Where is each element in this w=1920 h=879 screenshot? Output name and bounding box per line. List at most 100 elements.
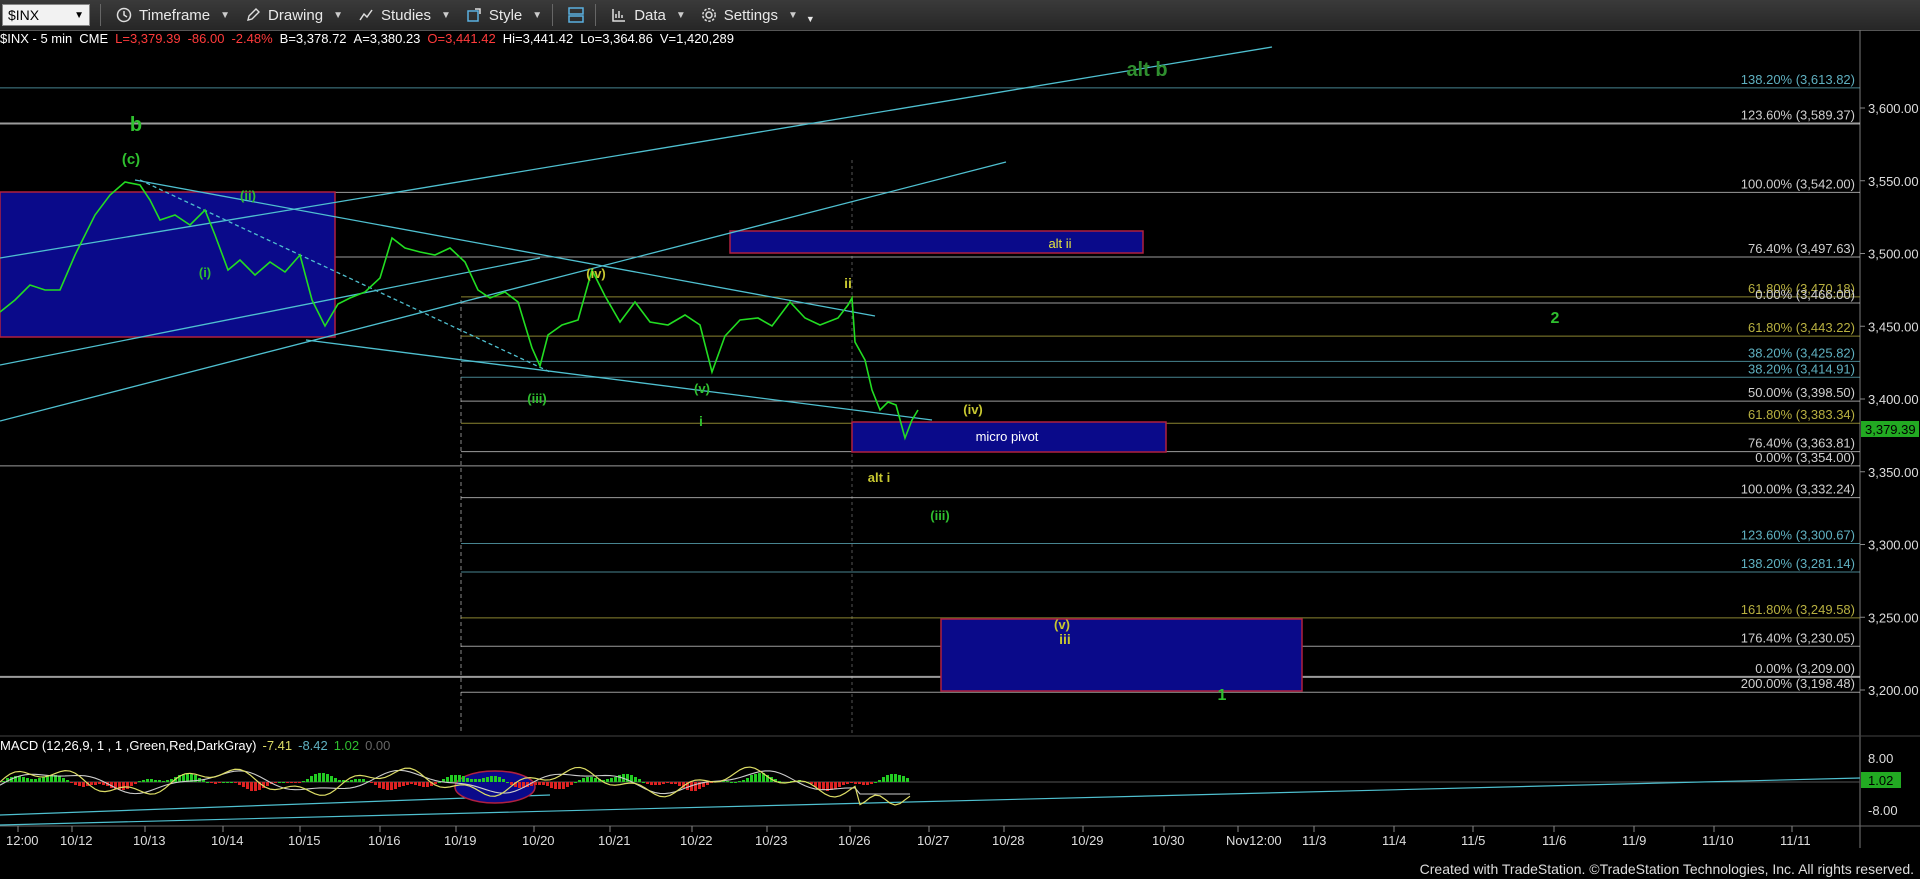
toolbar-overflow-icon[interactable]: ▼ [806, 14, 815, 24]
macd-histogram-bar [742, 780, 745, 782]
micro-pivot-box-label: micro pivot [976, 429, 1039, 444]
macd-histogram-bar [218, 782, 221, 783]
macd-histogram-bar [538, 782, 541, 785]
macd-histogram-bar [38, 778, 41, 782]
macd-histogram-bar [62, 778, 65, 782]
macd-histogram-bar [834, 782, 837, 789]
macd-name: MACD (12,26,9, 1 , 1 ,Green,Red,DarkGray… [0, 738, 257, 753]
info-bid: B=3,378.72 [279, 31, 347, 46]
fib-label: 38.20% (3,425.82) [1748, 345, 1855, 360]
time-tick-label: 11/5 [1461, 833, 1485, 848]
macd-histogram-bar [162, 781, 165, 782]
macd-histogram-bar [246, 782, 249, 789]
macd-histogram-bar [142, 780, 145, 782]
macd-histogram-bar [338, 780, 341, 782]
macd-histogram-bar [394, 782, 397, 789]
info-volume: V=1,420,289 [659, 31, 734, 46]
time-tick-label: 12:00 [6, 833, 39, 848]
wave-label: (iv) [963, 402, 983, 417]
macd-histogram-bar [462, 776, 465, 782]
macd-histogram-bar [750, 775, 753, 782]
macd-histogram-bar [822, 782, 825, 790]
macd-histogram-bar [886, 775, 889, 782]
macd-histogram-bar [450, 775, 453, 782]
macd-histogram-bar [730, 782, 733, 783]
caret-down-icon: ▼ [220, 9, 231, 21]
macd-histogram-bar [326, 774, 329, 782]
chevron-down-icon: ▼ [74, 9, 84, 21]
macd-histogram-bar [318, 773, 321, 782]
timeframe-button[interactable]: Timeframe ▼ [115, 6, 230, 24]
layout-button[interactable] [567, 6, 585, 24]
macd-histogram-bar [374, 782, 377, 785]
macd-trend-line [0, 777, 1861, 826]
wave-label: (ii) [240, 188, 256, 203]
macd-histogram-bar [890, 774, 893, 782]
macd-histogram-bar [874, 782, 877, 783]
drawing-label: Drawing [268, 6, 324, 24]
wave-label: (v) [694, 381, 710, 396]
drawing-button[interactable]: Drawing ▼ [244, 6, 343, 24]
alt-ii-box [729, 230, 1144, 254]
macd-histogram-bar [74, 782, 77, 785]
macd-histogram-bar [222, 782, 225, 783]
macd-histogram-bar [578, 780, 581, 782]
macd-histogram-bar [646, 782, 649, 784]
fib-label: 0.00% (3,466.00) [1755, 287, 1855, 302]
macd-histogram-bar [358, 779, 361, 782]
symbol-text: $INX [8, 7, 40, 23]
macd-histogram-bar [842, 782, 845, 785]
wave-label: 1 [1218, 687, 1227, 704]
caret-down-icon: ▼ [532, 9, 543, 21]
macd-histogram-bar [22, 777, 25, 782]
macd-histogram-bar [678, 782, 681, 786]
macd-histogram-bar [362, 779, 365, 782]
fib-lines [0, 87, 1860, 693]
macd-histogram-bar [266, 782, 269, 786]
macd-histogram-bar [90, 782, 93, 785]
time-tick-label: 10/19 [444, 833, 477, 848]
style-icon [465, 6, 483, 24]
wave-label: alt i [868, 470, 890, 485]
macd-histogram-bar [146, 779, 149, 782]
macd-axis-label: 8.00 [1868, 751, 1893, 766]
macd-histogram-bar [138, 781, 141, 782]
macd-histogram-bar [130, 782, 133, 786]
wave-label: (iii) [527, 391, 547, 406]
settings-button[interactable]: Settings ▼ [700, 6, 798, 24]
macd-histogram-bar [422, 782, 425, 787]
macd-pane: 8.00 1.02 -8.00 [0, 751, 1901, 826]
wave-label: alt b [1126, 59, 1167, 81]
time-tick-label: 11/4 [1382, 833, 1406, 848]
macd-histogram-bar [866, 782, 869, 785]
macd-histogram-bar [30, 779, 33, 782]
macd-histogram-bar [558, 782, 561, 789]
trend-line [0, 46, 1273, 259]
macd-histogram-bar [634, 777, 637, 782]
fib-label: 138.20% (3,281.14) [1741, 556, 1855, 571]
studies-icon [357, 6, 375, 24]
macd-histogram-bar [582, 778, 585, 782]
gear-icon [700, 6, 718, 24]
pencil-icon [244, 6, 262, 24]
symbol-selector[interactable]: $INX ▼ [2, 4, 90, 26]
wave-iii-target-box [940, 618, 1303, 692]
footer-credit: Created with TradeStation. ©TradeStation… [1419, 861, 1914, 877]
macd-histogram-bar [894, 774, 897, 782]
macd-histogram-bar [298, 782, 301, 783]
data-icon [610, 6, 628, 24]
info-exchange: CME [79, 31, 109, 46]
macd-histogram-bar [290, 782, 293, 783]
macd-histogram-bar [478, 779, 481, 782]
style-button[interactable]: Style ▼ [465, 6, 542, 24]
studies-button[interactable]: Studies ▼ [357, 6, 451, 24]
macd-histogram-bar [94, 782, 97, 785]
data-button[interactable]: Data ▼ [610, 6, 686, 24]
wave-label: b [130, 114, 142, 136]
macd-histogram-bar [238, 782, 241, 785]
macd-histogram-bar [754, 774, 757, 782]
fib-label: 0.00% (3,354.00) [1755, 450, 1855, 465]
macd-histogram-bar [650, 782, 653, 785]
macd-histogram-bar [66, 780, 69, 782]
time-tick-label: 11/6 [1542, 833, 1566, 848]
